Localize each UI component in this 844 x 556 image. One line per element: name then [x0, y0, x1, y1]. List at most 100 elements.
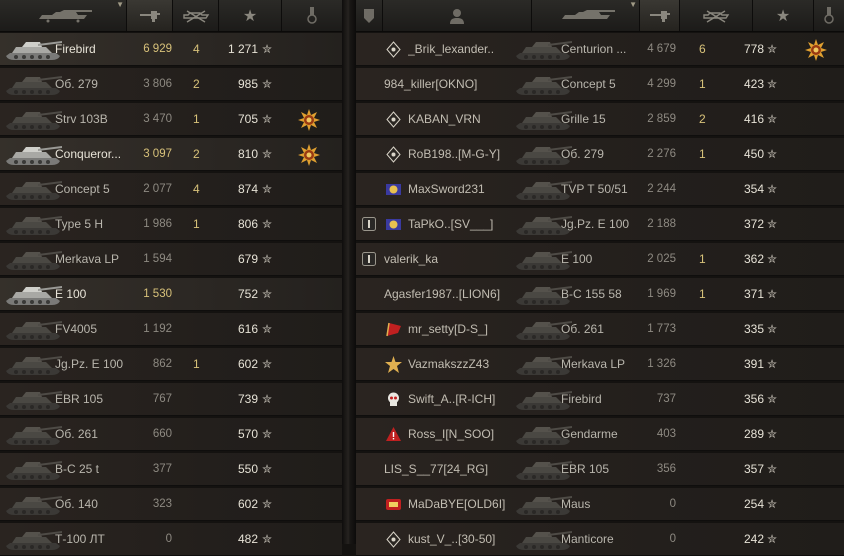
player-name[interactable]: valerik_ka: [384, 243, 508, 275]
table-row[interactable]: _Brik_lexander.. Centurion ... 4 679 6 778 ✮: [356, 33, 844, 66]
right-col-damage[interactable]: [640, 0, 680, 31]
left-col-medal[interactable]: [282, 0, 342, 31]
xp-value: 778: [743, 42, 764, 56]
table-row[interactable]: Conqueror... 3 097 2 810 ✮: [0, 138, 342, 171]
table-row[interactable]: VazmakszzZ43 Merkava LP 1 326 391 ✮: [356, 348, 844, 381]
table-row[interactable]: Т-100 ЛТ 0 482 ✮: [0, 523, 342, 556]
player-name[interactable]: mr_setty[D-S_]: [408, 313, 508, 345]
table-row[interactable]: 984_killer[OKNO] Concept 5 4 299 1 423 ✮: [356, 68, 844, 101]
table-row[interactable]: Merkava LP 1 594 679 ✮: [0, 243, 342, 276]
player-name[interactable]: VazmakszzZ43: [408, 348, 508, 380]
player-name[interactable]: 984_killer[OKNO]: [384, 68, 508, 100]
damage-value: 0: [669, 498, 676, 510]
table-row[interactable]: MaDaBYE[OLD6I] Maus 0 254 ✮: [356, 488, 844, 521]
vehicle-name: Об. 279: [561, 147, 604, 161]
xp-value: 679: [237, 252, 258, 266]
star-icon: ✮: [262, 252, 273, 266]
table-row[interactable]: Об. 279 3 806 2 985 ✮: [0, 68, 342, 101]
xp-value: 242: [743, 532, 764, 546]
kills-value: [193, 383, 213, 415]
table-row[interactable]: Strv 103B 3 470 1 705 ✮: [0, 103, 342, 136]
player-name[interactable]: Swift_A..[R-ICH]: [408, 383, 508, 415]
left-col-xp[interactable]: ★: [219, 0, 282, 31]
kills-value: [699, 383, 719, 415]
star-icon: ★: [775, 7, 791, 25]
vehicle-name: Об. 261: [561, 322, 604, 336]
left-col-kills[interactable]: [173, 0, 219, 31]
table-row[interactable]: KABAN_VRN Grille 15 2 859 2 416 ✮: [356, 103, 844, 136]
right-col-vehicle[interactable]: ▼: [532, 0, 640, 31]
star-icon: ✮: [262, 497, 273, 511]
left-col-damage[interactable]: [127, 0, 173, 31]
left-col-vehicle[interactable]: ▼: [0, 0, 127, 31]
kills-value: [699, 173, 719, 205]
table-row[interactable]: Об. 261 660 570 ✮: [0, 418, 342, 451]
vehicle-name: Centurion ...: [561, 42, 627, 56]
vehicle-name: E 100: [55, 287, 87, 301]
table-row[interactable]: RoB198..[M-G-Y] Об. 279 2 276 1 450 ✮: [356, 138, 844, 171]
table-row[interactable]: B-C 25 t 377 550 ✮: [0, 453, 342, 486]
player-name[interactable]: KABAN_VRN: [408, 103, 508, 135]
vehicle-name: Gendarme: [561, 427, 618, 441]
table-row[interactable]: Об. 140 323 602 ✮: [0, 488, 342, 521]
kills-value: 1: [699, 147, 706, 161]
player-name[interactable]: MaDaBYE[OLD6I]: [408, 488, 508, 520]
player-name[interactable]: MaxSword231: [408, 173, 508, 205]
damage-value: 377: [152, 463, 172, 475]
table-row[interactable]: Swift_A..[R-ICH] Firebird 737 356 ✮: [356, 383, 844, 416]
diamond-badge-icon: [385, 111, 402, 128]
kills-value: [699, 418, 719, 450]
table-row[interactable]: FV4005 1 192 616 ✮: [0, 313, 342, 346]
damage-value: 1 594: [143, 253, 172, 265]
player-name[interactable]: Ross_I[N_SOO]: [408, 418, 508, 450]
player-name[interactable]: LIS_S__77[24_RG]: [384, 453, 508, 485]
player-name[interactable]: Agasfer1987..[LION6]: [384, 278, 508, 310]
table-row[interactable]: Agasfer1987..[LION6] B-C 155 58 1 969 1 371 ✮: [356, 278, 844, 311]
sort-indicator-icon: ▼: [116, 0, 124, 9]
right-col-kills[interactable]: [680, 0, 753, 31]
table-row[interactable]: MaxSword231 TVP T 50/51 2 244 354 ✮: [356, 173, 844, 206]
damage-value: 3 097: [143, 148, 172, 160]
table-row[interactable]: kust_V_..[30-50] Manticore 0 242 ✮: [356, 523, 844, 556]
player-name[interactable]: RoB198..[M-G-Y]: [408, 138, 508, 170]
table-row[interactable]: LIS_S__77[24_RG] EBR 105 356 357 ✮: [356, 453, 844, 486]
right-col-player[interactable]: [383, 0, 532, 31]
vehicle-name: B-C 155 58: [561, 287, 622, 301]
star-icon: ✮: [262, 427, 273, 441]
table-row[interactable]: mr_setty[D-S_] Об. 261 1 773 335 ✮: [356, 313, 844, 346]
vehicle-name: Jg.Pz. E 100: [55, 357, 124, 371]
star-icon: ✮: [767, 322, 778, 336]
player-name[interactable]: _Brik_lexander..: [408, 33, 508, 65]
xp-value: 1 271: [227, 42, 258, 56]
destroyed-tank-icon: [182, 9, 209, 23]
table-row[interactable]: TaPkO..[SV___] Jg.Pz. E 100 2 188 372 ✮: [356, 208, 844, 241]
vehicle-name: Merkava LP: [561, 357, 626, 371]
table-row[interactable]: Jg.Pz. E 100 862 1 602 ✮: [0, 348, 342, 381]
player-name[interactable]: kust_V_..[30-50]: [408, 523, 508, 555]
vehicle-name: B-C 25 t: [55, 462, 100, 476]
xp-value: 616: [237, 322, 258, 336]
damage-value: 1 773: [647, 323, 676, 335]
table-row[interactable]: Type 5 H 1 986 1 806 ✮: [0, 208, 342, 241]
damage-value: 3 470: [143, 113, 172, 125]
team-divider: [342, 0, 356, 544]
table-row[interactable]: E 100 1 530 752 ✮: [0, 278, 342, 311]
right-col-platoon[interactable]: [356, 0, 383, 31]
player-name[interactable]: TaPkO..[SV___]: [408, 208, 508, 240]
table-row[interactable]: valerik_ka E 100 2 025 1 362 ✮: [356, 243, 844, 276]
table-row[interactable]: Firebird 6 929 4 1 271 ✮: [0, 33, 342, 66]
left-team-panel: ▼ ★ Firebird 6 929 4 1 271 ✮ Об. 279 3 806 2 985…: [0, 0, 342, 556]
right-col-xp[interactable]: ★: [753, 0, 814, 31]
kills-value: 1: [193, 217, 200, 231]
xp-value: 752: [237, 287, 258, 301]
right-col-medal[interactable]: [814, 0, 844, 31]
table-row[interactable]: Ross_I[N_SOO] Gendarme 403 289 ✮: [356, 418, 844, 451]
kills-value: [193, 453, 213, 485]
xp-value: 423: [743, 77, 764, 91]
table-row[interactable]: EBR 105 767 739 ✮: [0, 383, 342, 416]
vehicle-name: E 100: [561, 252, 593, 266]
xp-value: 357: [743, 462, 764, 476]
damage-value: 2 244: [647, 183, 676, 195]
table-row[interactable]: Concept 5 2 077 4 874 ✮: [0, 173, 342, 206]
mastery-badge-icon: [298, 109, 320, 131]
